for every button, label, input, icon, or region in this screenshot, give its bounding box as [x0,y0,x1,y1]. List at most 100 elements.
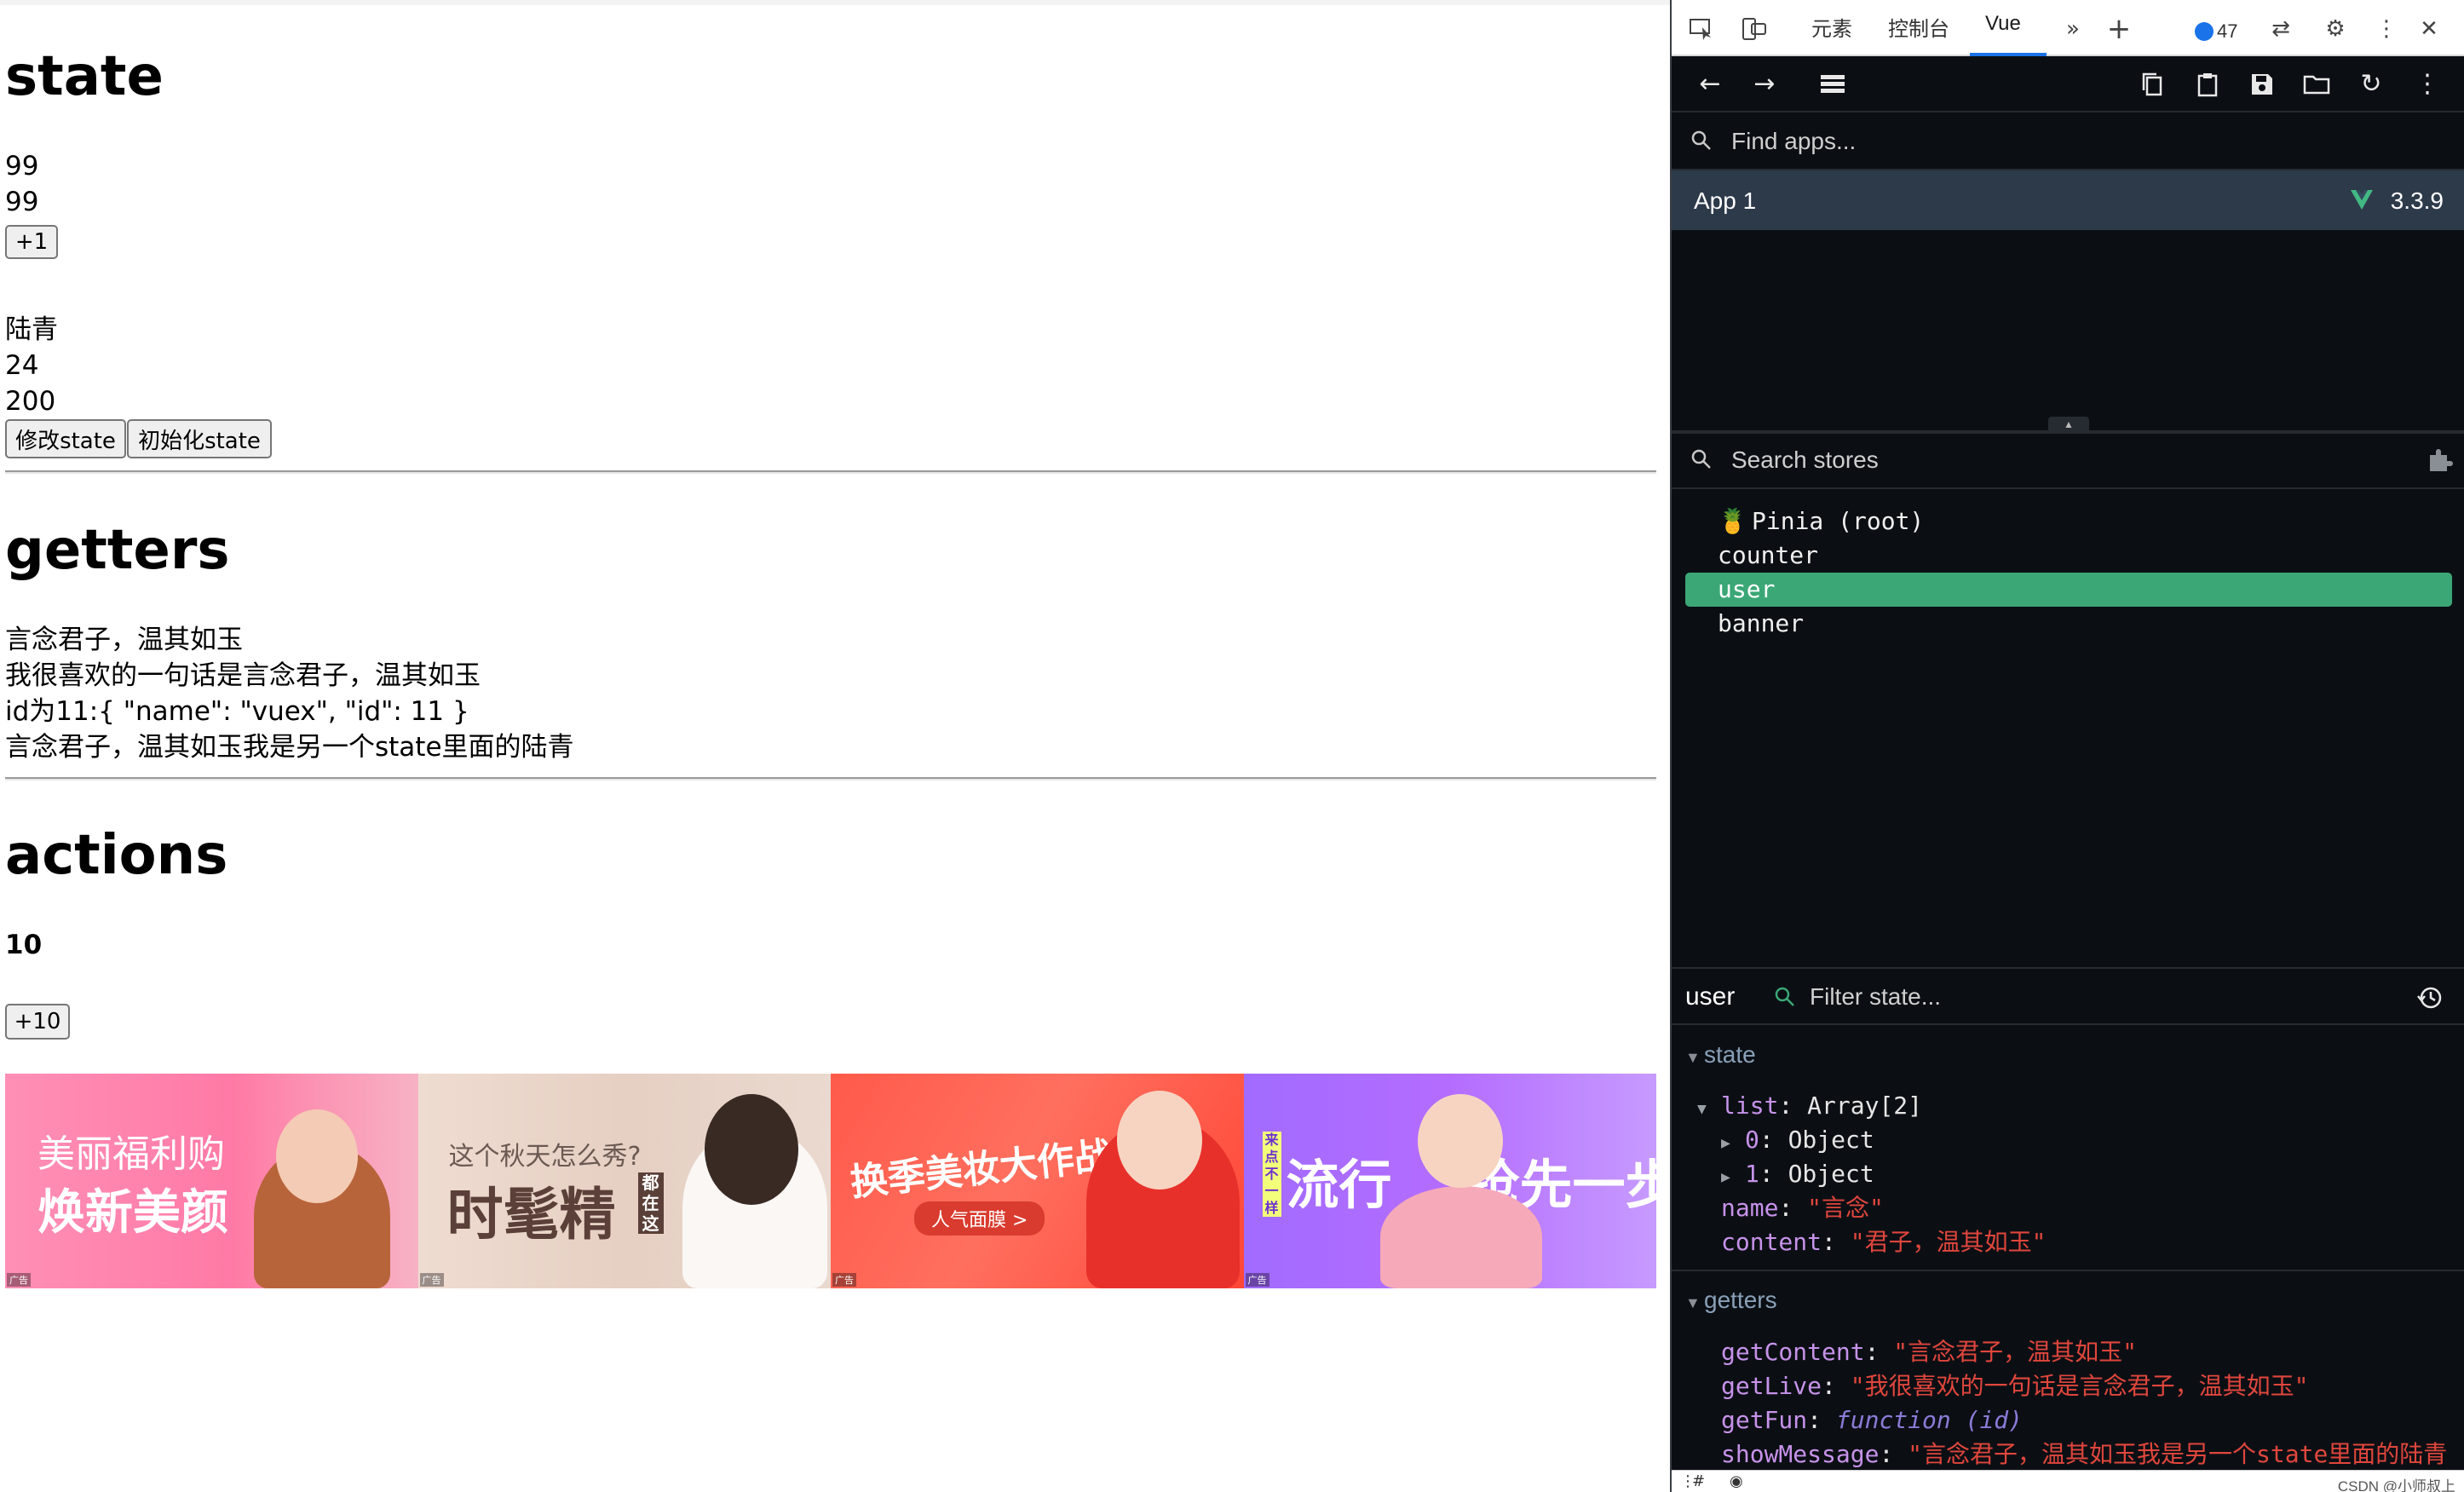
prop-value: "我很喜欢的一句话是言念君子，温其如玉" [1850,1372,2309,1400]
banner-subtitle: 美丽福利购 [37,1132,225,1176]
getter-getContent[interactable]: getContent: "言念君子，温其如玉" [1721,1335,2137,1369]
kebab-menu-icon[interactable]: ⋮ [2374,17,2399,41]
collapse-pane-icon[interactable]: ▲ [2048,417,2089,432]
status-bar: ⋮ # ◉ CSDN @小师叔上 [1672,1470,2464,1492]
store-label: counter [1718,541,1819,569]
close-icon[interactable]: ✕ [2416,17,2442,41]
gear-icon[interactable]: ⚙ [2323,17,2348,41]
prop-name[interactable]: name: "言念" [1721,1191,1884,1225]
banner-title: 焕新美颜 [37,1185,228,1241]
store-item-banner[interactable]: banner [1685,607,2452,641]
back-arrow-icon[interactable]: ← [1695,70,1724,99]
prop-list-item-0[interactable]: ▶ 0: Object [1721,1123,1874,1161]
count-value-2: 99 [5,187,39,217]
getter-getLive[interactable]: getLive: "我很喜欢的一句话是言念君子，温其如玉" [1721,1369,2308,1403]
copy-icon[interactable] [2139,70,2168,99]
eye-icon[interactable]: ◉ [1730,1472,1743,1490]
count-value: 99 [5,151,39,181]
getter-line: 我很喜欢的一句话是言念君子，温其如玉 [5,660,481,691]
banner-model-face [1117,1091,1202,1190]
user-name: 陆青 [5,314,58,345]
prop-list[interactable]: ▼ list: Array[2] [1697,1089,1922,1126]
actions-value: 10 [5,930,43,960]
getter-line: id为11:{ "name": "vuex", "id": 11 } [5,696,469,727]
banner-item[interactable]: 换季美妆大作战 人气面膜 > 广告 [831,1074,1244,1288]
prop-value: "言念君子，温其如玉我是另一个state里面的陆青 [1908,1440,2448,1468]
actions-heading: actions [5,824,228,887]
banner-item[interactable]: 美丽福利购 焕新美颜 广告 [5,1074,418,1288]
caret-right-icon: ▶ [1721,1168,1730,1186]
devtools-tab-bar: 元素 控制台 Vue » + 47 ⇄ ⚙ ⋮ ✕ [1672,0,2464,56]
getters-section-toggle[interactable]: ▼ getters [1685,1287,1777,1314]
find-apps-input[interactable] [1731,126,2413,157]
state-heading: state [5,45,164,108]
banner-strip: 美丽福利购 焕新美颜 广告 这个秋天怎么秀? 时髦精 都在这 广告 换季美妆大作… [5,1074,1656,1288]
prop-content[interactable]: content: "君子，温其如玉" [1721,1225,2046,1259]
store-item-user[interactable]: user [1685,573,2452,607]
store-item-pinia-root[interactable]: 🍍 Pinia (root) [1685,504,2452,539]
banner-item[interactable]: 这个秋天怎么秀? 时髦精 都在这 广告 [417,1074,831,1288]
list-view-icon[interactable] [1818,70,1847,99]
user-score: 200 [5,386,56,417]
ad-label: 广告 [832,1273,856,1287]
banner-model-image [1379,1186,1542,1288]
add-tab-icon[interactable]: + [2106,14,2132,43]
inspector-header: user [1672,967,2464,1025]
history-icon[interactable] [2416,984,2444,1011]
tab-vue[interactable]: Vue [1985,12,2021,36]
filter-state-input[interactable] [1810,981,2321,1013]
user-age: 24 [5,350,39,381]
vue-logo-icon [2351,190,2373,210]
remote-devices-icon[interactable]: ⇄ [2268,17,2294,41]
more-options-icon[interactable]: ⋮ [2413,70,2442,99]
search-stores-input[interactable] [1731,445,2413,475]
banner-title: 流行 [1286,1154,1392,1216]
forward-arrow-icon[interactable]: → [1750,70,1779,99]
prop-value: "言念君子，温其如玉" [1893,1338,2138,1366]
refresh-icon[interactable]: ↻ [2357,70,2386,99]
banner-model-hair [704,1094,798,1205]
app-list-item[interactable]: App 1 3.3.9 [1672,170,2464,230]
inspector-store-name: user [1685,982,1736,1011]
store-label: Pinia (root) [1752,507,1925,535]
prop-value: function (id) [1835,1406,2024,1434]
prop-key: getLive [1721,1372,1822,1400]
banner-title: 时髦精 [446,1182,616,1247]
caret-down-icon: ▼ [1685,1049,1701,1066]
banner-item[interactable]: 来点不一样 流行 抢先一步 广告 [1243,1074,1656,1288]
more-tabs-icon[interactable]: » [2060,17,2086,41]
prop-value: "君子，温其如玉" [1850,1228,2047,1256]
store-item-counter[interactable]: counter [1685,539,2452,573]
banner-model-face [1417,1094,1503,1188]
increment-button[interactable]: +1 [5,225,58,259]
reset-state-button[interactable]: 初始化state [127,419,272,458]
prop-key: name [1721,1194,1779,1222]
folder-icon[interactable] [2302,70,2331,99]
add-ten-button[interactable]: +10 [5,1004,70,1040]
getter-showMessage[interactable]: showMessage: "言念君子，温其如玉我是另一个state里面的陆青 [1721,1437,2447,1472]
getter-line: 言念君子，温其如玉 [5,625,243,655]
section-divider [1672,1270,2464,1271]
find-apps-bar [1672,114,2464,170]
grid-icon[interactable]: # [1692,1472,1705,1490]
issues-count[interactable]: 47 [2217,20,2237,43]
plugin-icon[interactable] [2427,446,2454,474]
banner-cta: 人气面膜 > [914,1201,1045,1236]
tab-console[interactable]: 控制台 [1888,12,1949,42]
tab-elements[interactable]: 元素 [1811,12,1852,42]
prop-key: getContent [1721,1338,1865,1366]
search-icon [1691,130,1711,150]
issues-icon[interactable] [2195,22,2214,41]
state-section-toggle[interactable]: ▼ state [1685,1041,1756,1069]
filter-search-icon [1775,987,1794,1006]
clipboard-icon[interactable] [2193,70,2222,99]
prop-key: 0 [1745,1126,1759,1154]
device-toolbar-icon[interactable] [1741,17,1767,41]
prop-value: Object [1788,1126,1874,1154]
prop-list-item-1[interactable]: ▶ 1: Object [1721,1157,1874,1195]
getter-getFun[interactable]: getFun: function (id) [1721,1403,2023,1437]
caret-down-icon: ▼ [1697,1100,1707,1118]
inspect-element-icon[interactable] [1689,17,1714,41]
save-icon[interactable] [2248,70,2277,99]
modify-state-button[interactable]: 修改state [5,419,126,458]
